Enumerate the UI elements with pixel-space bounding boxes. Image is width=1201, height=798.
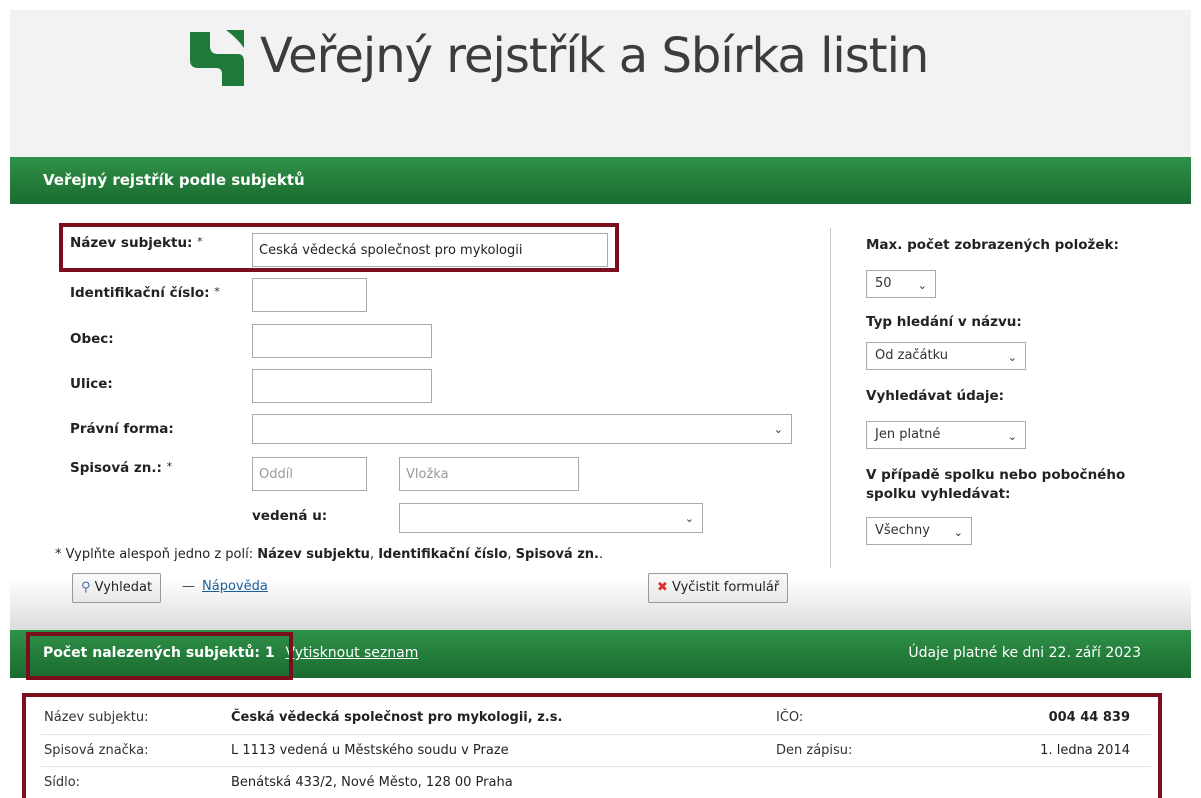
spolek-label: V případě spolku nebo pobočného spolku v… [866, 467, 1126, 502]
max-select[interactable]: 50 ⌄ [866, 270, 936, 298]
row-label: IČO: [776, 710, 804, 725]
chevron-down-icon: ⌄ [1007, 430, 1017, 443]
chevron-down-icon: ⌄ [917, 279, 927, 292]
name-input[interactable] [252, 233, 608, 267]
name-label: Název subjektu: * [70, 235, 203, 251]
date-value: 1. ledna 2014 [1040, 743, 1130, 758]
vyhledavat-label: Vyhledávat údaje: [866, 388, 1005, 404]
max-label: Max. počet zobrazených položek: [866, 237, 1119, 253]
required-note: * Vyplňte alespoň jedno z polí: Název su… [55, 547, 604, 562]
search-icon: ⚲ [81, 580, 91, 595]
row-divider [41, 734, 1151, 735]
ulice-label: Ulice: [70, 376, 113, 392]
pravni-forma-select[interactable]: ⌄ [252, 414, 792, 444]
subject-name-link[interactable]: Česká vědecká společnost pro mykologii, … [231, 710, 562, 725]
row-label: Den zápisu: [776, 743, 853, 758]
chevron-down-icon: ⌄ [1007, 351, 1017, 364]
clear-button[interactable]: ✖ Vyčistit formulář [648, 573, 789, 603]
dash-separator: — [182, 579, 195, 594]
vlozka-input[interactable] [399, 457, 579, 491]
help-link[interactable]: Nápověda [202, 579, 268, 594]
obec-input[interactable] [252, 324, 432, 358]
form-divider [830, 228, 831, 568]
chevron-down-icon: ⌄ [953, 526, 963, 539]
typ-label: Typ hledání v názvu: [866, 314, 1022, 330]
ico-value: 004 44 839 [1048, 710, 1130, 725]
row-value: Benátská 433/2, Nové Město, 128 00 Praha [231, 775, 513, 790]
row-value: L 1113 vedená u Městského soudu v Praze [231, 743, 509, 758]
vedena-select[interactable]: ⌄ [399, 503, 703, 533]
obec-label: Obec: [70, 331, 114, 347]
ulice-input[interactable] [252, 369, 432, 403]
typ-select[interactable]: Od začátku ⌄ [866, 342, 1026, 370]
site-title[interactable]: Veřejný rejstřík a Sbírka listin [260, 28, 929, 84]
row-divider [41, 766, 1151, 767]
row-label: Sídlo: [44, 775, 81, 790]
chevron-down-icon: ⌄ [684, 512, 694, 525]
close-icon: ✖ [657, 580, 668, 595]
pravni-forma-label: Právní forma: [70, 421, 174, 437]
ico-label: Identifikační číslo: * [70, 285, 220, 301]
spisova-label: Spisová zn.: * [70, 460, 173, 476]
print-link[interactable]: Vytisknout seznam [286, 645, 419, 661]
result-card[interactable]: Název subjektu: Česká vědecká společnost… [22, 693, 1162, 798]
section-title: Veřejný rejstřík podle subjektů [43, 171, 305, 189]
row-label: Název subjektu: [44, 710, 149, 725]
row-label: Spisová značka: [44, 743, 149, 758]
site-header: Veřejný rejstřík a Sbírka listin [10, 10, 1191, 157]
vedena-label: vedená u: [252, 508, 328, 524]
search-button[interactable]: ⚲ Vyhledat [72, 573, 162, 603]
oddil-input[interactable] [252, 457, 367, 491]
ico-input[interactable] [252, 278, 367, 312]
spolek-select[interactable]: Všechny ⌄ [866, 517, 972, 545]
highlight-box-count [26, 632, 293, 680]
valid-date: Údaje platné ke dni 22. září 2023 [908, 645, 1141, 661]
vyhledavat-select[interactable]: Jen platné ⌄ [866, 421, 1026, 449]
section-header: Veřejný rejstřík podle subjektů [10, 157, 1191, 204]
logo-icon [190, 30, 244, 86]
chevron-down-icon: ⌄ [773, 423, 783, 436]
